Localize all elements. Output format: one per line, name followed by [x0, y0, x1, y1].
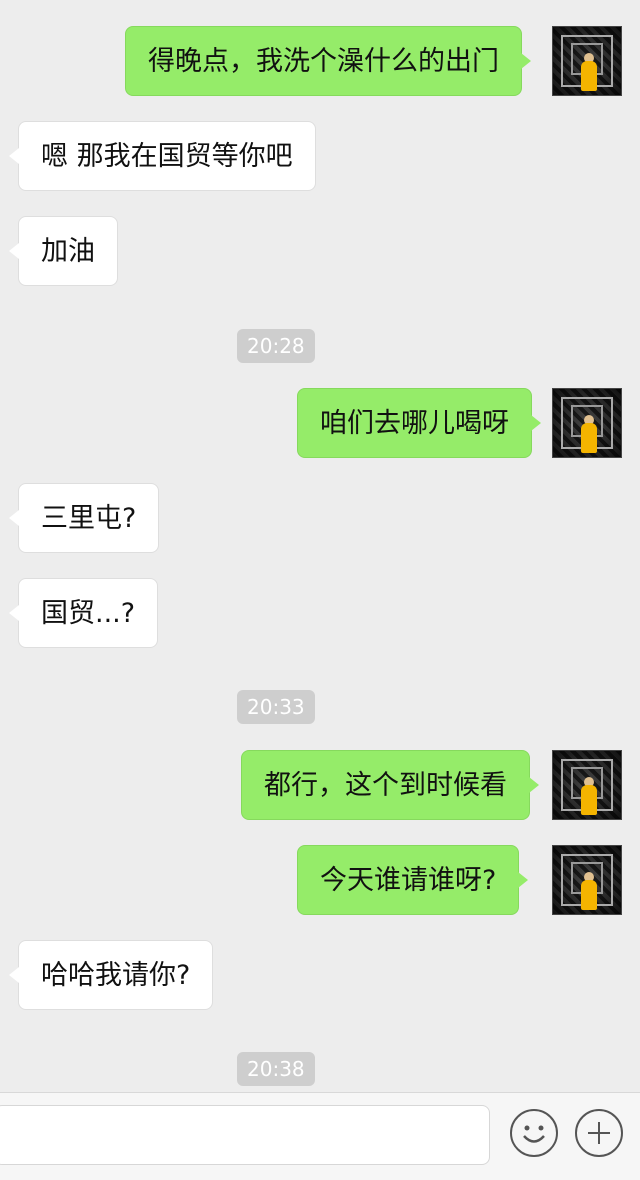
emoji-icon[interactable]: [510, 1109, 558, 1157]
message-outgoing[interactable]: 今天谁请谁呀?: [297, 845, 529, 915]
message-outgoing[interactable]: 咱们去哪儿喝呀: [297, 388, 541, 458]
user-avatar[interactable]: [552, 388, 622, 458]
user-avatar[interactable]: [552, 845, 622, 915]
user-avatar[interactable]: [552, 26, 622, 96]
message-incoming[interactable]: 哈哈我请你?: [8, 940, 214, 1010]
user-avatar[interactable]: [552, 750, 622, 820]
plus-icon[interactable]: [575, 1109, 623, 1157]
message-outgoing[interactable]: 都行，这个到时候看: [241, 750, 539, 820]
message-outgoing[interactable]: 得晚点，我洗个澡什么的出门: [125, 26, 531, 96]
timestamp: 20:38: [237, 1052, 315, 1086]
message-incoming[interactable]: 加油: [9, 216, 118, 286]
message-incoming[interactable]: 国贸...?: [8, 578, 159, 648]
timestamp: 20:28: [237, 329, 315, 363]
timestamp: 20:33: [237, 690, 315, 724]
message-incoming[interactable]: 嗯 那我在国贸等你吧: [9, 121, 316, 191]
input-toolbar: [0, 1092, 640, 1180]
message-input[interactable]: [0, 1105, 490, 1165]
message-incoming[interactable]: 三里屯?: [8, 483, 160, 553]
